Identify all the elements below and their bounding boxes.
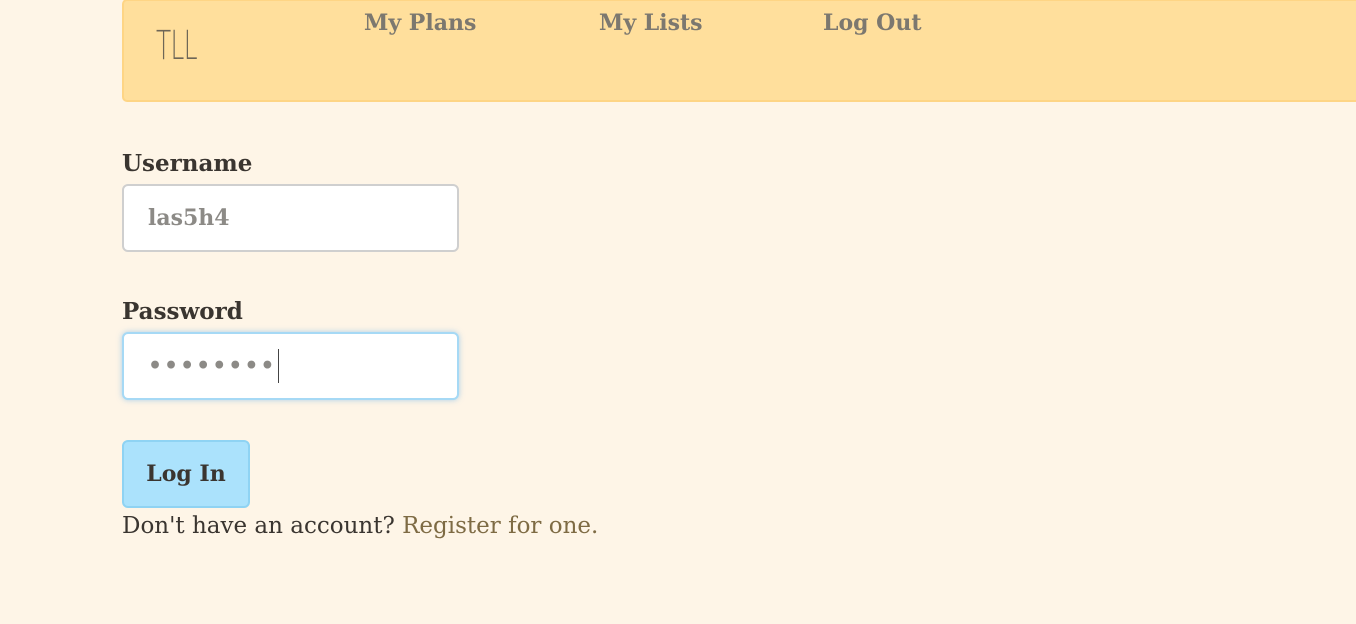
text-caret xyxy=(277,349,279,383)
navbar: TLL My Plans My Lists Log Out xyxy=(122,0,1356,102)
nav-link-my-lists[interactable]: My Lists xyxy=(599,10,703,36)
username-value: las5h4 xyxy=(148,205,230,231)
password-label: Password xyxy=(122,298,243,325)
nav-link-log-out[interactable]: Log Out xyxy=(823,10,922,36)
log-in-button[interactable]: Log In xyxy=(122,440,250,508)
register-prompt: Don't have an account? Register for one. xyxy=(122,513,598,539)
nav-link-my-plans[interactable]: My Plans xyxy=(364,10,476,36)
password-mask: •••••••• xyxy=(148,353,277,379)
brand-logo[interactable]: TLL xyxy=(156,23,198,69)
register-prompt-text: Don't have an account? xyxy=(122,513,395,539)
register-link[interactable]: Register for one. xyxy=(402,513,598,539)
password-input[interactable]: •••••••• xyxy=(122,332,459,400)
username-input[interactable]: las5h4 xyxy=(122,184,459,252)
username-label: Username xyxy=(122,150,253,177)
